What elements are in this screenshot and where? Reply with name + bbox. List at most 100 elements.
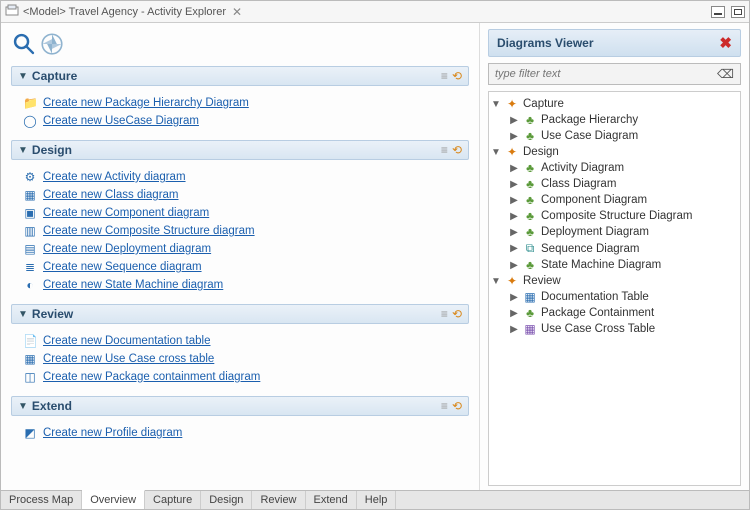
tree-group[interactable]: ▼✦Review: [491, 273, 738, 289]
tree-item[interactable]: ▶ ♣ State Machine Diagram: [491, 257, 738, 273]
action-link[interactable]: Create new Component diagram: [43, 207, 209, 219]
close-tab-icon[interactable]: ✕: [232, 5, 242, 19]
item-icon: ⧉: [523, 241, 537, 256]
tree-item[interactable]: ▶♣Deployment Diagram: [491, 224, 738, 240]
action-link[interactable]: Create new Package Hierarchy Diagram: [43, 97, 249, 109]
diagram-type-icon: ▦: [23, 188, 37, 202]
diagram-type-icon: ▦: [23, 352, 37, 366]
create-link[interactable]: ▤Create new Deployment diagram: [23, 242, 467, 256]
action-link[interactable]: Create new State Machine diagram: [43, 279, 223, 291]
section-header-design[interactable]: ▼Design≡⟲: [11, 140, 469, 160]
filter-box: ⌫: [488, 63, 741, 85]
create-link[interactable]: 📁Create new Package Hierarchy Diagram: [23, 96, 467, 110]
section-header-extend[interactable]: ▼Extend≡⟲: [11, 396, 469, 416]
section-title: Design: [32, 143, 72, 157]
tab-help[interactable]: Help: [357, 491, 397, 509]
create-link[interactable]: ▦ Create new Use Case cross table: [23, 352, 467, 366]
tab-capture[interactable]: Capture: [145, 491, 201, 509]
expand-icon[interactable]: ▶: [509, 324, 519, 335]
action-link[interactable]: Create new UseCase Diagram: [43, 115, 199, 127]
expand-icon[interactable]: ▶: [509, 195, 519, 206]
list-icon[interactable]: ≡: [441, 399, 448, 413]
action-link[interactable]: Create new Deployment diagram: [43, 243, 211, 255]
create-link[interactable]: 📄Create new Documentation table: [23, 334, 467, 348]
tab-process-map[interactable]: Process Map: [1, 491, 82, 509]
tree-item[interactable]: ▶▦Use Case Cross Table: [491, 321, 738, 337]
tree-item[interactable]: ▶♣Class Diagram: [491, 176, 738, 192]
tree-item[interactable]: ▶♣Component Diagram: [491, 192, 738, 208]
filter-input[interactable]: [495, 65, 717, 83]
item-icon: ♣: [523, 258, 537, 272]
tree-item[interactable]: ▶♣Package Hierarchy: [491, 112, 738, 128]
tab-extend[interactable]: Extend: [306, 491, 357, 509]
app-window: <Model> Travel Agency - Activity Explore…: [0, 0, 750, 510]
close-icon[interactable]: ✖: [719, 34, 732, 52]
diagrams-tree[interactable]: ▼✦Capture▶♣Package Hierarchy▶♣Use Case D…: [488, 91, 741, 486]
action-link[interactable]: Create new Composite Structure diagram: [43, 225, 255, 237]
minimize-button[interactable]: [711, 6, 725, 18]
tree-item[interactable]: ▶⧉Sequence Diagram: [491, 240, 738, 257]
collapse-icon: ▼: [18, 71, 28, 82]
create-link[interactable]: ◩ Create new Profile diagram: [23, 426, 467, 440]
tree-item[interactable]: ▶♣Activity Diagram: [491, 160, 738, 176]
expand-icon[interactable]: ▶: [509, 115, 519, 126]
create-link[interactable]: ◫Create new Package containment diagram: [23, 370, 467, 384]
tab-design[interactable]: Design: [201, 491, 252, 509]
expand-icon[interactable]: ▶: [509, 292, 519, 303]
section-header-capture[interactable]: ▼Capture≡⟲: [11, 66, 469, 86]
list-icon[interactable]: ≡: [441, 307, 448, 321]
expand-icon[interactable]: ▶: [509, 179, 519, 190]
tree-item[interactable]: ▶▦Documentation Table: [491, 289, 738, 305]
clear-filter-icon[interactable]: ⌫: [717, 67, 734, 81]
action-link[interactable]: Create new Class diagram: [43, 189, 179, 201]
expand-icon[interactable]: ▶: [509, 227, 519, 238]
expand-icon[interactable]: ▶: [509, 243, 519, 254]
action-link[interactable]: Create new Profile diagram: [43, 427, 182, 439]
action-link[interactable]: Create new Package containment diagram: [43, 371, 260, 383]
create-link[interactable]: ◐Create new State Machine diagram: [23, 278, 467, 292]
diagrams-viewer-panel: Diagrams Viewer ✖ ⌫ ▼✦Capture▶♣Package H…: [479, 23, 749, 490]
tree-item[interactable]: ▶♣Use Case Diagram: [491, 128, 738, 144]
create-link[interactable]: ◯Create new UseCase Diagram: [23, 114, 467, 128]
refresh-icon[interactable]: ⟲: [452, 399, 462, 413]
tree-label: Use Case Diagram: [541, 130, 638, 142]
expand-icon[interactable]: ▼: [491, 147, 501, 158]
list-icon[interactable]: ≡: [441, 143, 448, 157]
action-link[interactable]: Create new Sequence diagram: [43, 261, 202, 273]
aperture-icon[interactable]: [39, 31, 65, 60]
expand-icon[interactable]: ▶: [509, 163, 519, 174]
maximize-button[interactable]: [731, 6, 745, 18]
tab-review[interactable]: Review: [252, 491, 305, 509]
item-icon: ♣: [523, 161, 537, 175]
action-link[interactable]: Create new Documentation table: [43, 335, 211, 347]
create-link[interactable]: ▣Create new Component diagram: [23, 206, 467, 220]
tree-label: State Machine Diagram: [541, 259, 661, 271]
create-link[interactable]: ▥Create new Composite Structure diagram: [23, 224, 467, 238]
expand-icon[interactable]: ▼: [491, 276, 501, 287]
big-icons: [11, 31, 469, 60]
expand-icon[interactable]: ▶: [509, 211, 519, 222]
refresh-icon[interactable]: ⟲: [452, 69, 462, 83]
expand-icon[interactable]: ▶: [509, 260, 519, 271]
expand-icon[interactable]: ▼: [491, 99, 501, 110]
expand-icon[interactable]: ▶: [509, 131, 519, 142]
refresh-icon[interactable]: ⟲: [452, 307, 462, 321]
list-icon[interactable]: ≡: [441, 69, 448, 83]
section-header-review[interactable]: ▼Review≡⟲: [11, 304, 469, 324]
action-link[interactable]: Create new Use Case cross table: [43, 353, 214, 365]
refresh-icon[interactable]: ⟲: [452, 143, 462, 157]
create-link[interactable]: ⚙Create new Activity diagram: [23, 170, 467, 184]
group-icon: ✦: [505, 145, 519, 159]
tab-overview[interactable]: Overview: [82, 490, 145, 509]
tree-item[interactable]: ▶♣Package Containment: [491, 305, 738, 321]
tree-item[interactable]: ▶♣Composite Structure Diagram: [491, 208, 738, 224]
create-link[interactable]: ≣Create new Sequence diagram: [23, 260, 467, 274]
item-icon: ▦: [523, 322, 537, 336]
action-link[interactable]: Create new Activity diagram: [43, 171, 186, 183]
tree-group[interactable]: ▼✦Design: [491, 144, 738, 160]
tree-group[interactable]: ▼✦Capture: [491, 96, 738, 112]
create-link[interactable]: ▦ Create new Class diagram: [23, 188, 467, 202]
diagram-type-icon: ◩: [23, 426, 37, 440]
search-icon[interactable]: [11, 31, 37, 60]
expand-icon[interactable]: ▶: [509, 308, 519, 319]
